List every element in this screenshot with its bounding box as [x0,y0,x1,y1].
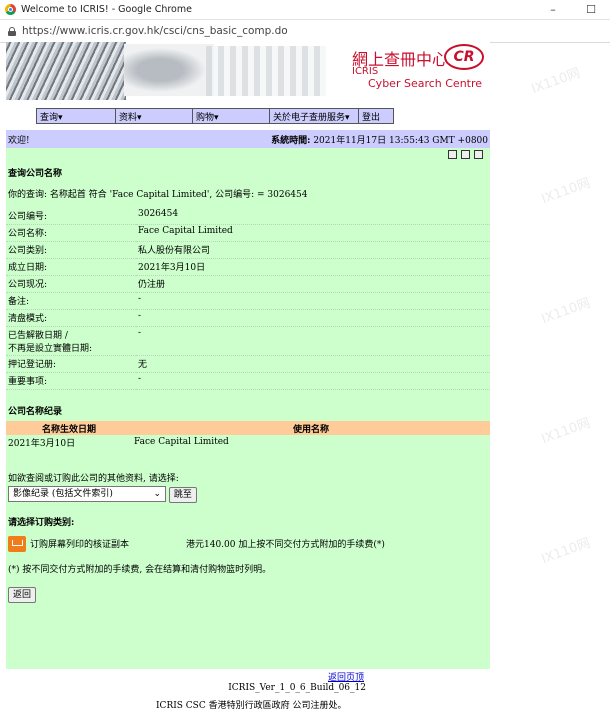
order-note: (*) 按不同交付方式附加的手续费, 会在结算和清付购物篮时列明。 [8,564,272,575]
main-panel: 查询公司名称 你的查询: 名称起首 符合 'Face Capital Limit… [6,148,490,711]
info-value: 私人股份有限公司 [136,241,490,259]
system-time-value: 2021年11月17日 13:55:43 GMT +0800 [313,136,488,146]
names-header: 名称生效日期 使用名称 [6,421,490,435]
info-value: 无 [136,355,490,373]
save-icon[interactable] [461,150,470,159]
table-row: 公司类别: 私人股份有限公司 [6,241,490,259]
watermark: IX110网 [539,535,593,568]
cr-logo: CR [444,44,484,70]
info-key: 押记登记册: [6,355,136,373]
toolbar-icons [6,148,490,162]
watermark: IX110网 [539,175,593,208]
company-info-table: 公司编号: 3026454 公司名称: Face Capital Limited 公司类… [6,208,490,390]
names-col-name: 使用名称 [292,424,329,435]
welcome-text: 欢迎! [8,136,30,146]
order-fee: 港元140.00 加上按不同交付方式附加的手续费(*) [186,540,385,550]
menu-query[interactable]: 查询▾ [37,109,116,123]
info-key: 重要事项: [6,372,136,390]
shopping-cart-icon[interactable] [8,535,26,552]
back-to-top-link[interactable]: 返回页顶 [328,670,364,683]
banner-photo [206,46,326,96]
table-row: 已告解散日期 / 不再是設立實體日期: - [6,326,490,356]
window-titlebar: Welcome to ICRIS! - Google Chrome – ☐ [0,0,610,20]
info-value: - [136,326,490,356]
menu-logout[interactable]: 登出 [359,109,393,123]
order-item-row: 订购屏幕列印的核证副本 港元140.00 加上按不同交付方式附加的手续费(*) [6,532,490,556]
url-text[interactable]: https://www.icris.cr.gov.hk/csci/cns_bas… [22,25,288,37]
info-key: 已告解散日期 / 不再是設立實體日期: [6,326,136,356]
table-row: 重要事项: - [6,372,490,390]
order-title: 请选择订购类别: [8,517,75,528]
info-key: 公司编号: [6,208,136,225]
order-item-label[interactable]: 订购屏幕列印的核证副本 [30,537,180,550]
copyright-text: ICRIS CSC 香港特別行政區政府 公司注册处。 [156,701,347,711]
version-text: ICRIS_Ver_1_0_6_Build_06_12 [228,683,366,693]
table-row: 押记登记册: 无 [6,355,490,373]
menu-shopping[interactable]: 购物▾ [193,109,270,123]
table-row: 公司名称: Face Capital Limited [6,224,490,242]
nav-area: 查询▾ 资料▾ 购物▾ 关於电子查册服务▾ 登出 [6,108,490,126]
chrome-icon [5,4,16,15]
query-title: 查询公司名称 [8,169,63,179]
other-info-controls: 影像纪录 (包括文件索引) ⌄ 跳至 [6,484,490,505]
names-col-date: 名称生效日期 [41,424,96,435]
chevron-down-icon: ⌄ [153,489,161,499]
watermark: IX110网 [539,415,593,448]
table-row: 公司编号: 3026454 [6,208,490,225]
menu-about[interactable]: 关於电子查册服务▾ [270,109,359,123]
banner-csc: Cyber Search Centre [368,77,483,90]
info-key: 公司名称: [6,224,136,242]
info-key: 备注: [6,292,136,310]
query-line: 你的查询: 名称起首 符合 'Face Capital Limited', 公司… [8,190,308,200]
table-row: 2021年3月10日 Face Capital Limited [6,435,490,449]
minimize-button[interactable]: – [534,3,572,16]
other-info-prompt: 如欲查阅或订购此公司的其他资料, 请选择: [8,474,179,484]
page-content: 網上查冊中心 CR ICRIS Cyber Search Centre 查询▾ … [6,42,490,711]
info-value: - [136,292,490,310]
lock-icon [8,26,16,36]
name-value: Face Capital Limited [134,437,229,447]
table-row: 备注: - [6,292,490,310]
banner-icris: ICRIS [352,66,379,77]
info-key: 公司类别: [6,241,136,259]
info-value: 2021年3月10日 [136,258,490,276]
banner: 網上查冊中心 CR ICRIS Cyber Search Centre [6,42,490,100]
go-button[interactable]: 跳至 [168,486,197,503]
info-type-select[interactable]: 影像纪录 (包括文件索引) ⌄ [8,486,166,502]
info-value: 仍注册 [136,275,490,293]
menu-info[interactable]: 资料▾ [116,109,193,123]
address-bar[interactable]: https://www.icris.cr.gov.hk/csci/cns_bas… [0,20,610,43]
window-title: Welcome to ICRIS! - Google Chrome [21,4,192,15]
info-value: 3026454 [136,208,490,225]
print-icon[interactable] [448,150,457,159]
back-button[interactable]: 返回 [8,586,37,603]
info-value: - [136,372,490,390]
table-row: 公司现况: 仍注册 [6,275,490,293]
welcome-bar: 欢迎! 系統時間: 2021年11月17日 13:55:43 GMT +0800 [6,130,490,148]
info-key: 成立日期: [6,258,136,276]
system-time: 系統時間: 2021年11月17日 13:55:43 GMT +0800 [271,133,488,146]
system-time-label: 系統時間: [271,136,311,146]
watermark: IX110网 [529,65,583,98]
banner-photo [6,42,126,100]
info-value: Face Capital Limited [136,224,490,242]
table-row: 清盘模式: - [6,309,490,327]
watermark: IX110网 [539,295,593,328]
banner-photo [124,44,214,96]
maximize-button[interactable]: ☐ [572,3,610,16]
help-icon[interactable] [474,150,483,159]
names-title: 公司名称纪录 [8,407,63,417]
info-type-select-value: 影像纪录 (包括文件索引) [13,489,113,499]
menu-bar: 查询▾ 资料▾ 购物▾ 关於电子查册服务▾ 登出 [36,108,394,124]
info-key: 清盘模式: [6,309,136,327]
table-row: 成立日期: 2021年3月10日 [6,258,490,276]
name-date: 2021年3月10日 [8,438,76,449]
info-key: 公司现况: [6,275,136,293]
info-value: - [136,309,490,327]
